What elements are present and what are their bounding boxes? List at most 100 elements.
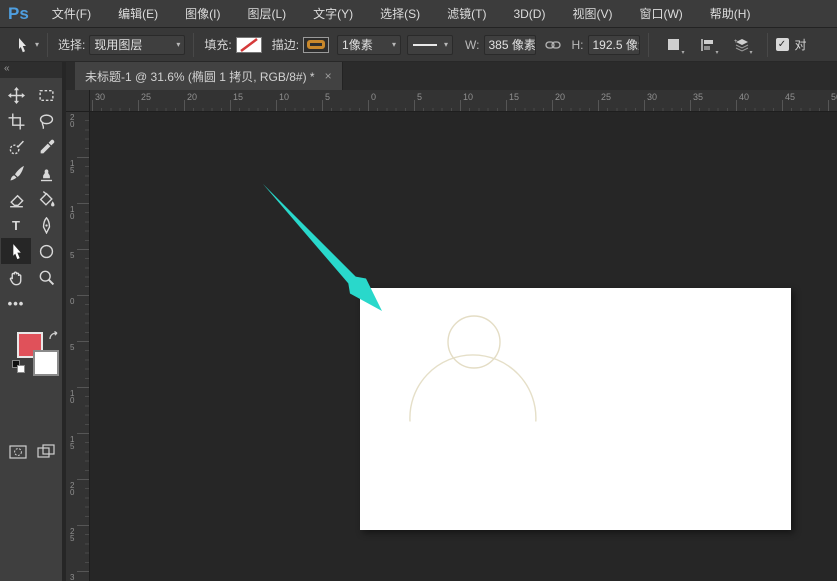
separator [193, 32, 195, 57]
menu-item[interactable]: 帮助(H) [701, 5, 760, 22]
tool-ellipse-shape-button[interactable] [31, 238, 61, 264]
tool-eyedropper-button[interactable] [31, 134, 61, 160]
menu-item[interactable]: 图层(L) [238, 5, 295, 22]
separator [766, 32, 768, 57]
default-colors-icon[interactable] [12, 360, 26, 374]
ellipse-shape-icon [39, 244, 53, 258]
quick-mask-button[interactable] [8, 444, 28, 459]
link-dimensions-button[interactable] [542, 34, 564, 56]
tool-rectangular-marquee-button[interactable] [31, 82, 61, 108]
h-ruler-label: 50 [831, 92, 837, 102]
swap-colors-icon[interactable] [48, 330, 60, 348]
clone-stamp-icon [40, 168, 52, 181]
menu-item[interactable]: 文字(Y) [304, 5, 362, 22]
height-input[interactable]: 192.5 像素 [587, 34, 640, 55]
rectangular-marquee-icon [38, 89, 54, 101]
tool-clone-stamp-button[interactable] [31, 160, 61, 186]
tool-quick-selection-button[interactable] [1, 134, 31, 160]
menu-item[interactable]: 3D(D) [504, 7, 554, 21]
collapse-panel-button[interactable]: « [0, 62, 62, 78]
h-ruler-label: 30 [647, 92, 658, 102]
path-alignment-button[interactable]: ▾ [697, 34, 719, 56]
tool-crop-button[interactable] [1, 108, 31, 134]
v-ruler-label: 1 0 [70, 389, 75, 405]
tool-lasso-button[interactable] [31, 108, 61, 134]
h-ruler-label: 45 [785, 92, 796, 102]
width-label: W: [465, 37, 480, 52]
color-swatches [0, 330, 62, 382]
path-selection-icon [19, 37, 26, 52]
ruler-origin-corner[interactable] [66, 90, 90, 112]
close-tab-icon[interactable]: × [325, 69, 332, 83]
v-ruler-label: 0 [70, 297, 75, 306]
stroke-swatch[interactable] [303, 36, 330, 53]
width-input[interactable]: 385 像素 [483, 34, 536, 55]
v-ruler-label: 2 0 [70, 113, 75, 129]
h-ruler-label: 15 [509, 92, 520, 102]
quick-mask-icon [9, 444, 27, 459]
h-ruler-label: 5 [325, 92, 331, 102]
document-tab-bar: 未标题-1 @ 31.6% (椭圆 1 拷贝, RGB/8#) * × [66, 62, 837, 90]
path-arrangement-icon: + [734, 39, 748, 52]
select-mode-dropdown[interactable]: 现用图层 ▾ [89, 34, 186, 55]
vertical-ruler[interactable]: 2 0 1 5 1 0 5 0 5 1 0 1 5 2 0 2 5 3 0 [66, 112, 90, 581]
document-tab[interactable]: 未标题-1 @ 31.6% (椭圆 1 拷贝, RGB/8#) * × [75, 62, 343, 90]
pen-icon [42, 216, 50, 234]
separator [47, 32, 49, 57]
v-ruler-label: 3 0 [70, 573, 75, 581]
path-operations-button[interactable]: ▾ [663, 34, 685, 56]
h-ruler-label: 30 [95, 92, 106, 102]
type-icon: T [12, 217, 20, 233]
stroke-type-dropdown[interactable]: ▾ [407, 34, 454, 55]
head-ellipse [447, 315, 501, 369]
separator [647, 32, 649, 57]
tool-hand-button[interactable] [1, 264, 31, 290]
menu-item[interactable]: 文件(F) [43, 5, 100, 22]
height-value: 192.5 像素 [592, 38, 639, 52]
tool-path-selection-button[interactable] [1, 238, 31, 264]
menu-item[interactable]: 选择(S) [371, 5, 429, 22]
quick-selection-icon [9, 140, 24, 154]
path-alignment-icon [701, 38, 713, 51]
body-ellipse-arc [409, 354, 537, 422]
v-ruler-label: 5 [70, 343, 75, 352]
screen-mode-button[interactable] [36, 444, 56, 459]
tool-eraser-button[interactable] [1, 186, 31, 212]
path-arrangement-button[interactable]: + ▾ [731, 34, 753, 56]
menu-bar-items: 文件(F) 编辑(E) 图像(I) 图层(L) 文字(Y) 选择(S) 滤镜(T) 3D(D)… [43, 5, 769, 22]
menu-item[interactable]: 窗口(W) [630, 5, 691, 22]
options-bar: ▾ 选择: 现用图层 ▾ 填充: 描边: 1像素 ▾ ▾ W: 385 像素 H… [0, 28, 837, 62]
tool-type-button[interactable]: T [1, 212, 31, 238]
menu-item[interactable]: 编辑(E) [109, 5, 167, 22]
tool-brush-button[interactable] [1, 160, 31, 186]
tool-pen-button[interactable] [31, 212, 61, 238]
canvas-document[interactable] [360, 288, 791, 530]
stroke-label: 描边: [271, 38, 300, 52]
tool-zoom-button[interactable] [31, 264, 61, 290]
v-ruler-label: 5 [70, 251, 75, 260]
stroke-width-combo[interactable]: 1像素 ▾ [337, 34, 402, 55]
svg-text:+: + [734, 39, 738, 45]
tool-move-button[interactable] [1, 82, 31, 108]
menu-item[interactable]: 视图(V) [563, 5, 621, 22]
person-outline-shape [409, 315, 537, 422]
crop-icon [8, 113, 24, 129]
stroke-color-ring [307, 40, 326, 49]
horizontal-ruler[interactable]: 3025201510505101520253035404550 [66, 90, 837, 112]
menu-item[interactable]: 滤镜(T) [438, 5, 495, 22]
h-ruler-label: 10 [463, 92, 474, 102]
background-color-swatch[interactable] [33, 350, 59, 376]
document-tab-title: 未标题-1 @ 31.6% (椭圆 1 拷贝, RGB/8#) * [85, 69, 315, 84]
chevron-down-icon: ▾ [35, 40, 40, 49]
align-edges-checkbox[interactable]: ✓ [775, 38, 789, 51]
tool-preset-button[interactable]: ▾ [14, 37, 39, 53]
h-ruler-label: 10 [279, 92, 290, 102]
tool-paint-bucket-button[interactable] [31, 186, 61, 212]
hand-icon [9, 270, 21, 285]
fill-swatch-no-color[interactable] [235, 36, 262, 53]
menu-item[interactable]: 图像(I) [176, 5, 229, 22]
tool-more-tools-button[interactable]: ••• [1, 290, 31, 316]
select-mode-label: 选择: [58, 38, 86, 52]
chevron-down-icon: ▾ [392, 40, 397, 49]
stroke-width-value: 1像素 [342, 38, 373, 52]
